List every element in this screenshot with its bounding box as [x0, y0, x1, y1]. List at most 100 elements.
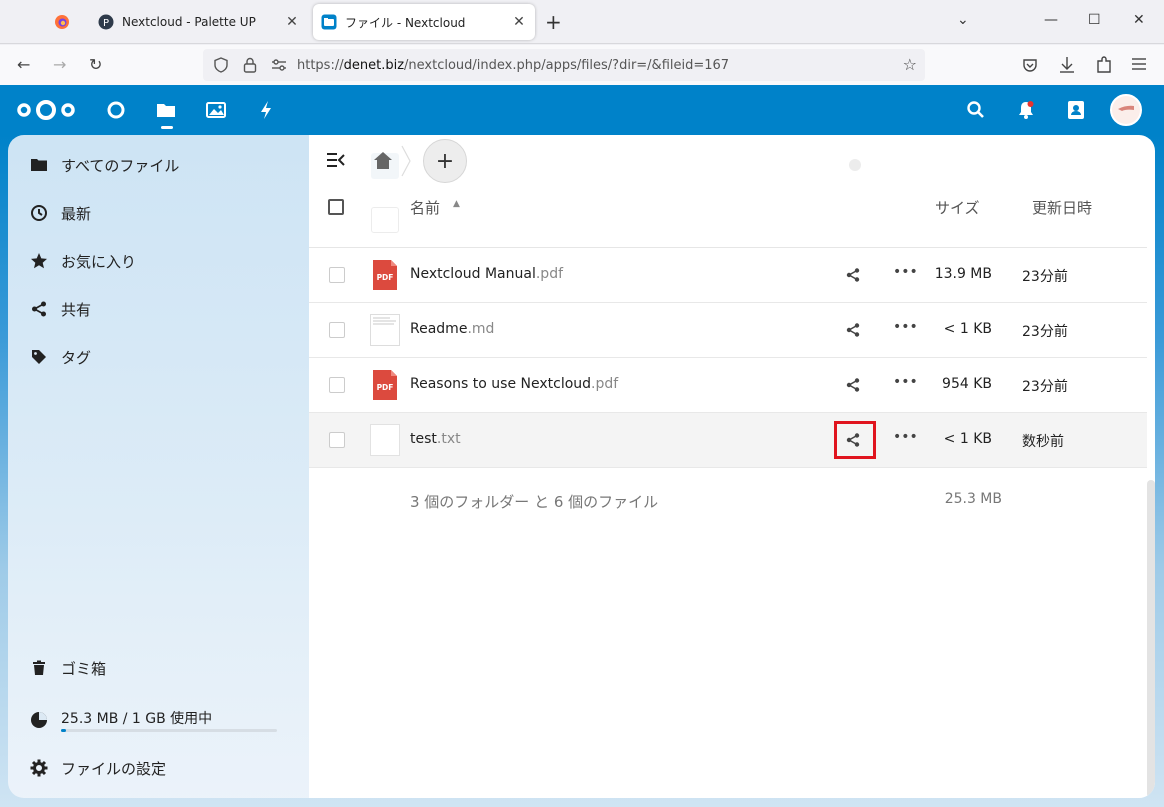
firefox-tab[interactable]: [40, 4, 84, 40]
user-avatar[interactable]: [1110, 94, 1142, 126]
sidebar-item-label: 共有: [61, 300, 92, 319]
share-icon[interactable]: [845, 267, 861, 283]
tab-palette-up[interactable]: P Nextcloud - Palette UP ✕: [90, 4, 308, 40]
breadcrumb-chevron-icon: [401, 145, 411, 177]
forward-icon[interactable]: →: [53, 55, 66, 74]
share-icon[interactable]: [845, 377, 861, 393]
sidebar-item-shared[interactable]: 共有: [8, 289, 298, 329]
file-row[interactable]: PDF Reasons to use Nextcloud.pdf ••• 954 KB…: [309, 358, 1147, 413]
menu-icon[interactable]: [1132, 58, 1146, 70]
photos-icon[interactable]: [205, 99, 227, 121]
sidebar-item-label: タグ: [61, 348, 92, 367]
notifications-icon[interactable]: [1015, 99, 1037, 121]
firefox-icon: [55, 15, 69, 29]
folder-tab-icon: [321, 14, 337, 30]
file-extension: .md: [467, 321, 495, 337]
markdown-file-icon: [370, 314, 400, 346]
files-controls-bar: +: [309, 135, 1147, 185]
minimize-icon[interactable]: —: [1044, 12, 1058, 28]
file-base-name: Readme: [410, 321, 468, 337]
column-name[interactable]: 名前: [410, 197, 440, 218]
tag-icon: [32, 350, 46, 364]
pocket-icon[interactable]: [1022, 57, 1038, 73]
new-tab-button[interactable]: +: [545, 10, 562, 34]
close-tab-icon[interactable]: ✕: [284, 14, 300, 30]
file-base-name: Reasons to use Nextcloud: [410, 376, 592, 392]
storage-quota-bar: [61, 729, 277, 732]
sidebar-item-tags[interactable]: タグ: [8, 337, 298, 377]
row-checkbox[interactable]: [329, 432, 345, 448]
shield-icon[interactable]: [213, 57, 229, 73]
row-checkbox[interactable]: [329, 377, 345, 393]
clock-icon: [31, 205, 47, 221]
reload-icon[interactable]: ↻: [89, 55, 102, 74]
row-checkbox[interactable]: [329, 267, 345, 283]
url-domain: denet.biz: [343, 57, 405, 73]
files-sidebar: すべてのファイル 最新 お気に入り 共有 タグ ゴミ箱 25.3 MB / 1 …: [8, 135, 309, 798]
sidebar-item-favorites[interactable]: お気に入り: [8, 241, 298, 281]
file-summary-size: 25.3 MB: [944, 491, 1002, 507]
row-checkbox[interactable]: [329, 322, 345, 338]
sidebar-item-label: すべてのファイル: [61, 156, 180, 175]
home-breadcrumb-icon[interactable]: [371, 149, 395, 173]
tab-list-icon[interactable]: ⌄: [957, 12, 969, 28]
files-app-icon[interactable]: [155, 99, 177, 129]
tab-files-nextcloud[interactable]: ファイル - Nextcloud ✕: [313, 4, 535, 40]
file-name[interactable]: test.txt: [410, 431, 461, 447]
share-icon[interactable]: [845, 322, 861, 338]
sidebar-item-label: 最新: [61, 204, 92, 223]
activity-icon[interactable]: [255, 99, 277, 121]
folder-icon: [157, 104, 175, 117]
sidebar-item-settings[interactable]: ファイルの設定: [8, 748, 298, 788]
dashboard-icon[interactable]: [105, 99, 127, 121]
contacts-icon[interactable]: [1065, 99, 1087, 121]
file-name[interactable]: Readme.md: [410, 321, 494, 337]
sidebar-item-label: ゴミ箱: [61, 659, 107, 678]
share-icon: [32, 301, 46, 317]
download-icon[interactable]: [1059, 56, 1075, 74]
file-name[interactable]: Nextcloud Manual.pdf: [410, 266, 563, 282]
avatar-image-icon: [1112, 96, 1140, 124]
file-summary: 3 個のフォルダー と 6 個のファイル: [410, 493, 659, 511]
trash-icon: [33, 660, 45, 675]
sidebar-item-recent[interactable]: 最新: [8, 193, 298, 233]
file-size: < 1 KB: [943, 321, 992, 337]
column-modified[interactable]: 更新日時: [1032, 197, 1092, 218]
close-window-icon[interactable]: ✕: [1133, 12, 1145, 28]
column-size[interactable]: サイズ: [935, 197, 980, 218]
file-modified: 23分前: [1022, 379, 1068, 395]
sort-ascending-icon[interactable]: ▲: [453, 199, 460, 209]
storage-quota-text: 25.3 MB / 1 GB 使用中: [61, 711, 213, 727]
plus-icon: +: [435, 148, 455, 174]
file-base-name: test: [410, 431, 437, 447]
maximize-icon[interactable]: ☐: [1088, 12, 1101, 28]
sidebar-item-all-files[interactable]: すべてのファイル: [8, 145, 298, 185]
select-all-checkbox[interactable]: [328, 199, 344, 215]
new-file-button[interactable]: +: [423, 139, 467, 183]
close-tab-icon[interactable]: ✕: [511, 14, 527, 30]
bookmark-star-icon[interactable]: ☆: [903, 55, 917, 74]
file-row[interactable]: Readme.md ••• < 1 KB 23分前: [309, 303, 1147, 358]
share-highlight-box: [834, 421, 876, 459]
sidebar-item-trash[interactable]: ゴミ箱: [8, 648, 298, 688]
nextcloud-logo[interactable]: [16, 98, 76, 122]
url-text[interactable]: https://denet.biz/nextcloud/index.php/ap…: [297, 58, 729, 73]
file-name[interactable]: Reasons to use Nextcloud.pdf: [410, 376, 618, 392]
toggle-navigation-icon[interactable]: [327, 152, 345, 168]
file-list-header: 名前 ▲ サイズ 更新日時: [309, 185, 1147, 229]
sidebar-item-label: お気に入り: [61, 252, 137, 271]
file-row[interactable]: test.txt ••• < 1 KB 数秒前: [309, 413, 1147, 468]
back-icon[interactable]: ←: [17, 55, 30, 74]
browser-tab-bar: P Nextcloud - Palette UP ✕ ファイル - Nextcl…: [0, 0, 1164, 44]
permissions-icon[interactable]: [271, 58, 287, 72]
file-extension: .pdf: [591, 376, 619, 392]
scrollbar[interactable]: [1147, 480, 1155, 798]
file-size: 954 KB: [942, 376, 992, 392]
tab-title: ファイル - Nextcloud: [345, 15, 466, 30]
extensions-icon[interactable]: [1096, 56, 1112, 74]
search-icon[interactable]: [965, 99, 987, 121]
url-bar[interactable]: https://denet.biz/nextcloud/index.php/ap…: [203, 49, 925, 81]
nextcloud-header: [0, 85, 1164, 135]
file-row[interactable]: PDF Nextcloud Manual.pdf ••• 13.9 MB 23分前: [309, 248, 1147, 303]
lock-icon[interactable]: [243, 57, 257, 73]
